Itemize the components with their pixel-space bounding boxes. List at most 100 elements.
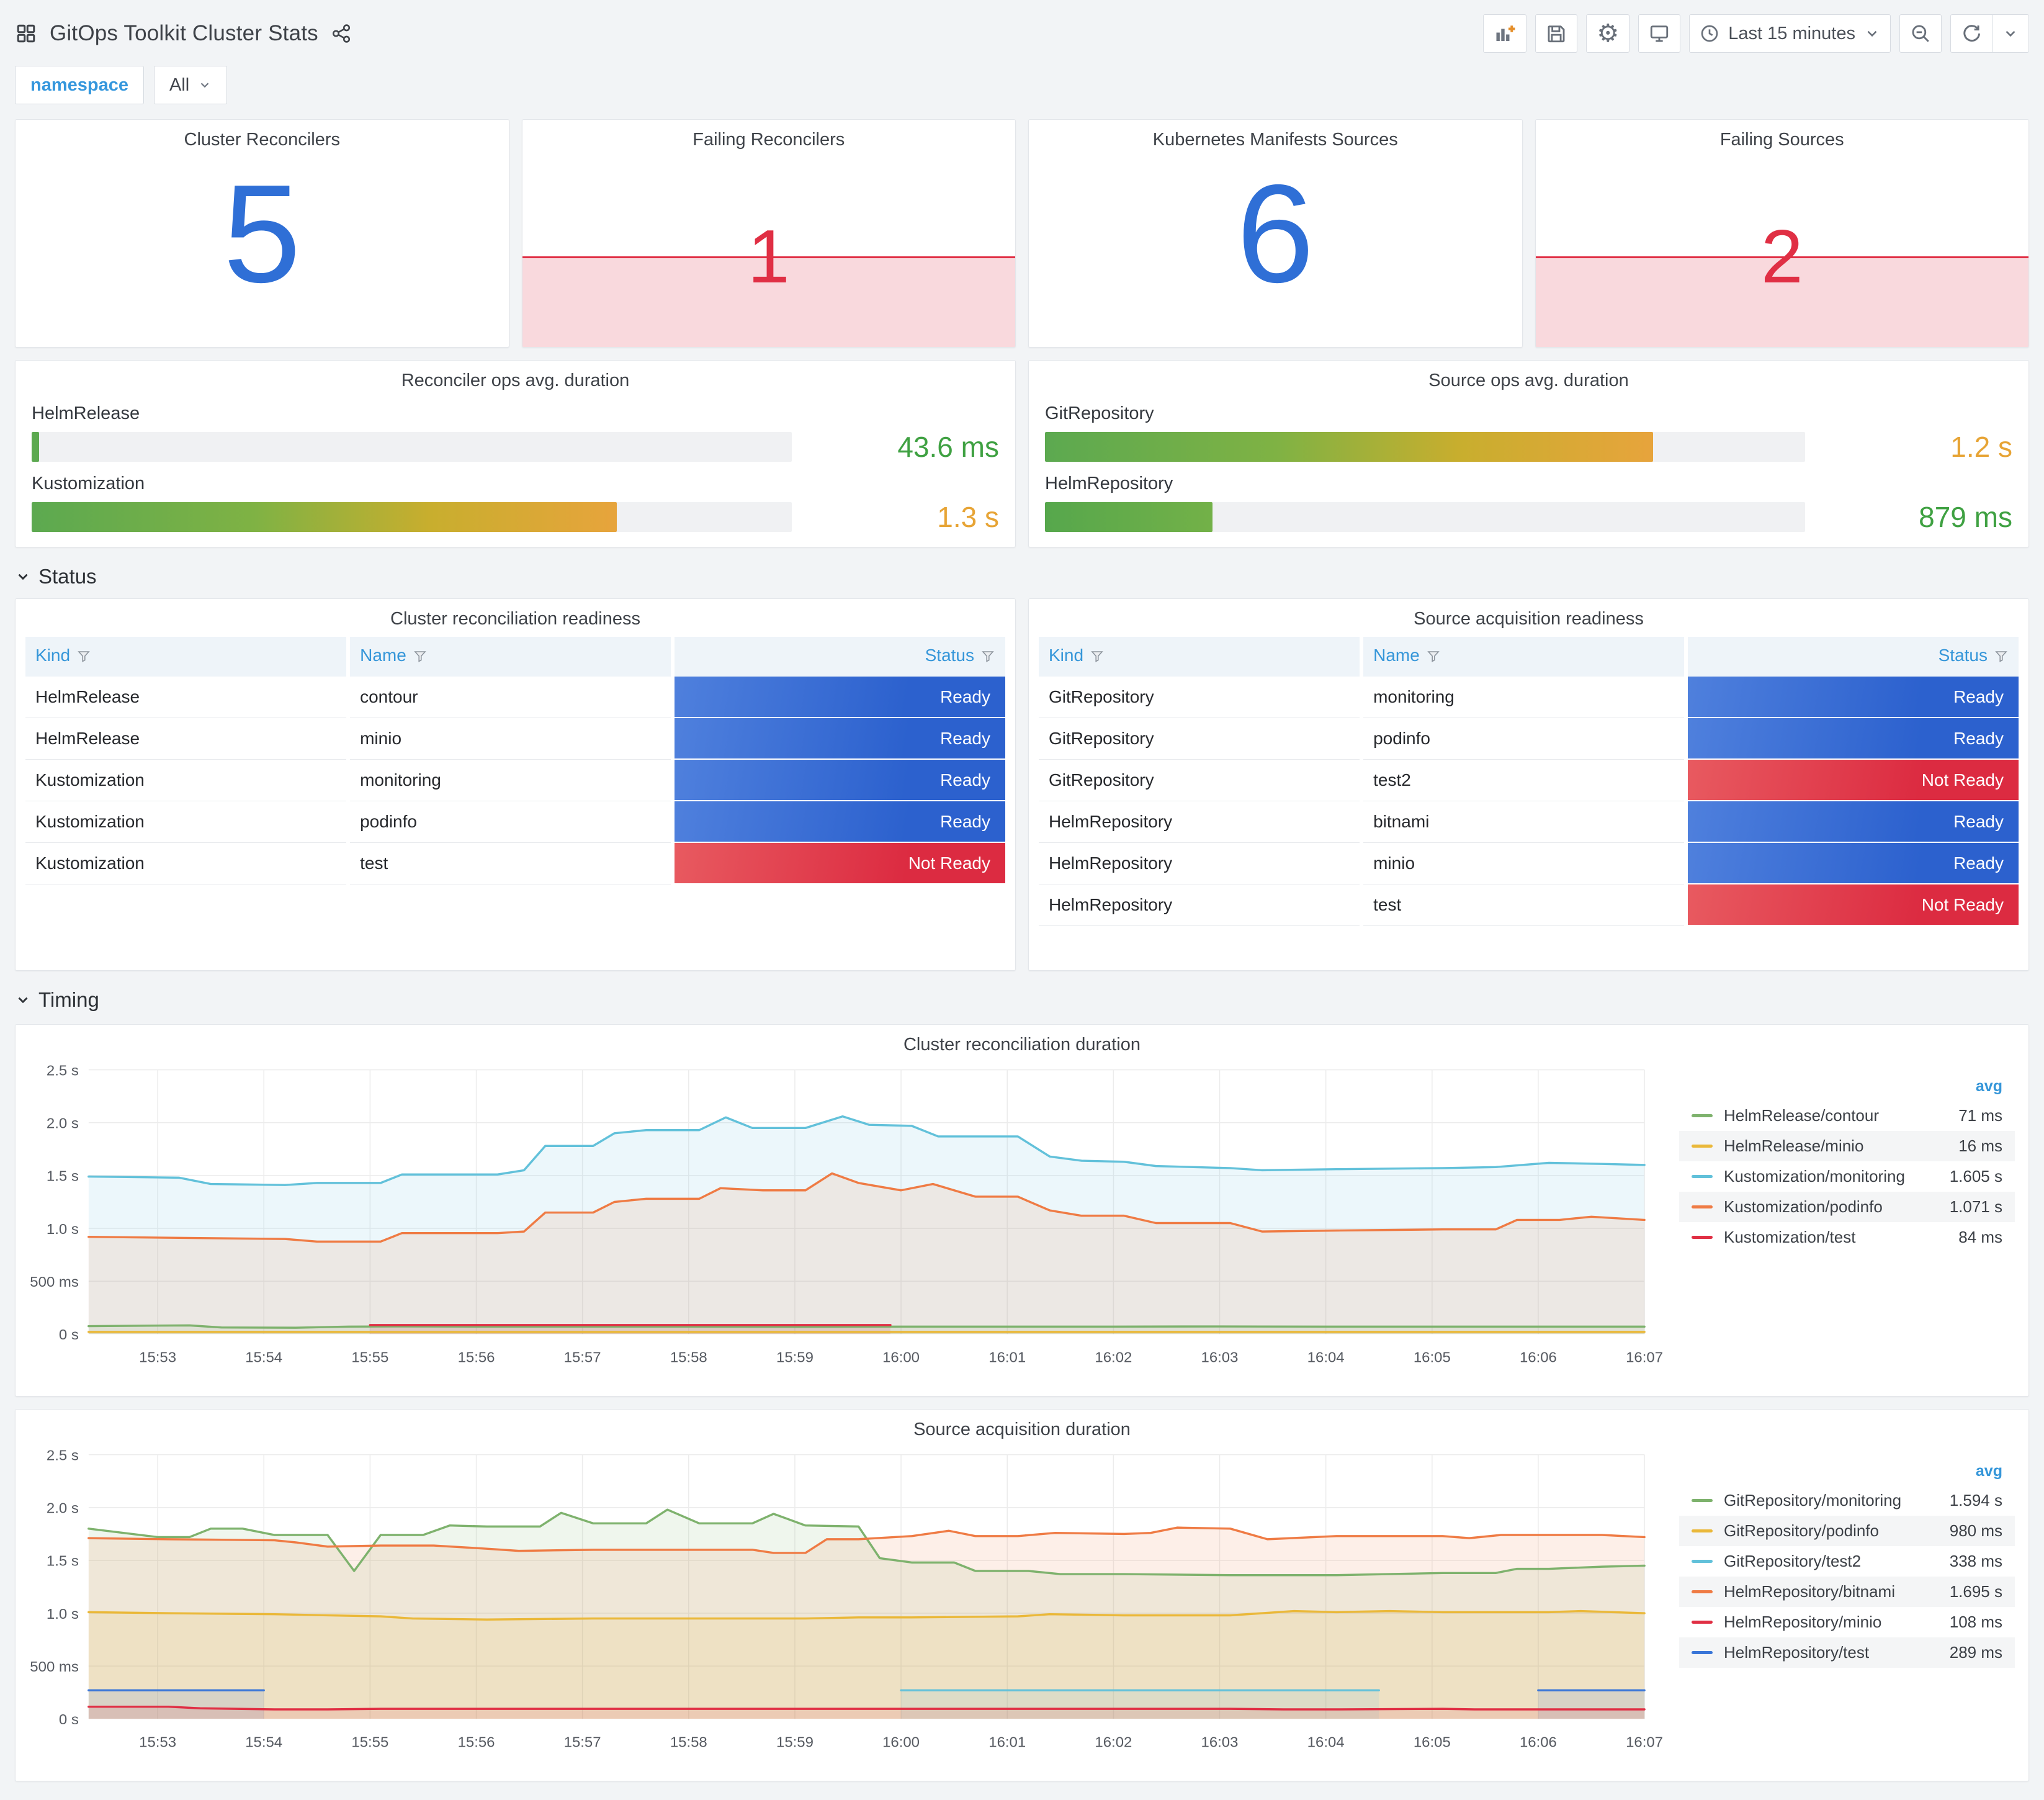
kind-cell: HelmRelease bbox=[25, 677, 347, 718]
column-header-name[interactable]: Name bbox=[1363, 637, 1685, 677]
column-header-kind[interactable]: Kind bbox=[1039, 637, 1360, 677]
section-row-status[interactable]: Status bbox=[15, 565, 2029, 588]
svg-text:16:02: 16:02 bbox=[1095, 1735, 1132, 1751]
legend-series[interactable]: HelmRelease/minio 16 ms bbox=[1679, 1131, 2015, 1161]
column-header-status[interactable]: Status bbox=[1688, 637, 2019, 677]
series-color-swatch bbox=[1692, 1205, 1713, 1208]
timeseries-plot[interactable]: 15:53 15:54 15:55 15:56 15:57 15:58 15:59 16:00… bbox=[27, 1444, 1674, 1760]
svg-text:16:02: 16:02 bbox=[1095, 1350, 1132, 1366]
panel-title: Cluster reconciliation duration bbox=[903, 1035, 1141, 1055]
dashboard-toolbar: ⚙ Last 15 minutes bbox=[1483, 14, 2029, 53]
table-panel-cluster-readiness: Cluster reconciliation readiness Kind Na… bbox=[15, 598, 1016, 971]
submenu-variables: namespace All bbox=[15, 66, 2029, 104]
legend-series[interactable]: Kustomization/podinfo 1.071 s bbox=[1679, 1192, 2015, 1222]
variable-value-dropdown[interactable]: All bbox=[154, 66, 228, 104]
chart-legend: avg GitRepository/monitoring 1.594 s GitRep… bbox=[1679, 1444, 2017, 1668]
svg-text:15:54: 15:54 bbox=[245, 1735, 282, 1751]
table-panel-source-readiness: Source acquisition readiness Kind Name S… bbox=[1028, 598, 2029, 971]
stat-panel-cluster-reconcilers: Cluster Reconcilers 5 bbox=[15, 119, 509, 348]
legend-avg-header[interactable]: avg bbox=[1679, 1075, 2015, 1100]
dashboard-grid-icon[interactable] bbox=[15, 22, 37, 45]
refresh-icon bbox=[1961, 23, 1982, 44]
column-header-kind[interactable]: Kind bbox=[25, 637, 347, 677]
refresh-interval-dropdown[interactable] bbox=[1992, 14, 2029, 53]
series-avg-value: 1.695 s bbox=[1949, 1582, 2002, 1601]
series-name: GitRepository/test2 bbox=[1724, 1552, 1862, 1570]
table-row: Kustomization test Not Ready bbox=[25, 843, 1005, 884]
gauge-label: Kustomization bbox=[32, 474, 145, 493]
share-icon[interactable] bbox=[331, 23, 352, 44]
gauge-fill bbox=[32, 432, 40, 462]
filter-icon[interactable] bbox=[980, 648, 995, 667]
name-cell: monitoring bbox=[1363, 677, 1685, 718]
dashboard-settings-button[interactable]: ⚙ bbox=[1586, 14, 1630, 53]
svg-text:16:06: 16:06 bbox=[1520, 1350, 1557, 1366]
legend-series[interactable]: GitRepository/podinfo 980 ms bbox=[1679, 1516, 2015, 1546]
monitor-icon bbox=[1649, 23, 1670, 44]
series-color-swatch bbox=[1692, 1529, 1713, 1532]
svg-text:15:54: 15:54 bbox=[245, 1350, 282, 1366]
legend-series[interactable]: GitRepository/test2 338 ms bbox=[1679, 1546, 2015, 1577]
variable-value: All bbox=[169, 74, 190, 95]
series-color-swatch bbox=[1692, 1651, 1713, 1654]
filter-icon[interactable] bbox=[1994, 648, 2009, 667]
status-badge: Not Ready bbox=[675, 843, 1005, 883]
svg-text:15:56: 15:56 bbox=[458, 1735, 495, 1751]
legend-series[interactable]: HelmRepository/minio 108 ms bbox=[1679, 1607, 2015, 1637]
legend-series[interactable]: Kustomization/monitoring 1.605 s bbox=[1679, 1161, 2015, 1192]
svg-text:1.0 s: 1.0 s bbox=[47, 1222, 79, 1238]
filter-icon[interactable] bbox=[1426, 648, 1441, 667]
refresh-button-group bbox=[1950, 14, 2029, 53]
legend-series[interactable]: Kustomization/test 84 ms bbox=[1679, 1222, 2015, 1253]
series-name: HelmRepository/test bbox=[1724, 1643, 1870, 1662]
legend-series[interactable]: HelmRepository/bitnami 1.695 s bbox=[1679, 1577, 2015, 1607]
kind-cell: GitRepository bbox=[1039, 718, 1360, 760]
status-badge: Ready bbox=[675, 718, 1005, 758]
svg-text:1.5 s: 1.5 s bbox=[47, 1169, 79, 1185]
legend-avg-header[interactable]: avg bbox=[1679, 1460, 2015, 1485]
svg-text:16:01: 16:01 bbox=[988, 1735, 1026, 1751]
filter-icon[interactable] bbox=[413, 648, 428, 667]
table-row: Kustomization podinfo Ready bbox=[25, 801, 1005, 843]
series-avg-value: 289 ms bbox=[1949, 1643, 2002, 1662]
kind-cell: HelmRepository bbox=[1039, 884, 1360, 926]
legend-series[interactable]: GitRepository/monitoring 1.594 s bbox=[1679, 1485, 2015, 1516]
gauge-track bbox=[32, 502, 792, 532]
kind-cell: Kustomization bbox=[25, 843, 347, 884]
chart-panel-cluster-reconciliation-duration: Cluster reconciliation duration 15:53 15:… bbox=[15, 1024, 2029, 1397]
kind-cell: HelmRepository bbox=[1039, 843, 1360, 884]
stat-panel-manifests-sources: Kubernetes Manifests Sources 6 bbox=[1028, 119, 1523, 348]
table-row: HelmRepository minio Ready bbox=[1039, 843, 2019, 884]
add-panel-button[interactable] bbox=[1483, 14, 1527, 53]
column-header-status[interactable]: Status bbox=[675, 637, 1005, 677]
gauge-value: 1.3 s bbox=[937, 501, 999, 533]
column-header-name[interactable]: Name bbox=[350, 637, 671, 677]
name-cell: test2 bbox=[1363, 760, 1685, 801]
table-row: HelmRelease contour Ready bbox=[25, 677, 1005, 718]
name-cell: monitoring bbox=[350, 760, 671, 801]
svg-text:15:58: 15:58 bbox=[670, 1350, 707, 1366]
refresh-button[interactable] bbox=[1950, 14, 1992, 53]
filter-icon[interactable] bbox=[1090, 648, 1105, 667]
section-row-timing[interactable]: Timing bbox=[15, 988, 2029, 1012]
time-range-picker[interactable]: Last 15 minutes bbox=[1689, 14, 1891, 53]
gauge-track bbox=[32, 432, 792, 462]
series-avg-value: 71 ms bbox=[1958, 1106, 2002, 1125]
zoom-out-time-button[interactable] bbox=[1899, 14, 1942, 53]
gauge-row: GitRepository 1.2 s bbox=[1045, 403, 2012, 464]
cycle-view-mode-button[interactable] bbox=[1638, 14, 1681, 53]
series-color-swatch bbox=[1692, 1114, 1713, 1117]
svg-text:15:53: 15:53 bbox=[139, 1735, 176, 1751]
filter-icon[interactable] bbox=[76, 648, 91, 667]
svg-text:15:55: 15:55 bbox=[351, 1735, 388, 1751]
timeseries-plot[interactable]: 15:53 15:54 15:55 15:56 15:57 15:58 15:59 16:00… bbox=[27, 1059, 1674, 1375]
kind-cell: GitRepository bbox=[1039, 760, 1360, 801]
legend-series[interactable]: HelmRepository/test 289 ms bbox=[1679, 1637, 2015, 1668]
svg-text:2.5 s: 2.5 s bbox=[47, 1448, 79, 1464]
save-dashboard-button[interactable] bbox=[1535, 14, 1578, 53]
gauge-track bbox=[1045, 502, 1805, 532]
time-range-label: Last 15 minutes bbox=[1728, 23, 1855, 43]
svg-text:15:53: 15:53 bbox=[139, 1350, 176, 1366]
gauge-panel-reconciler-ops: Reconciler ops avg. duration HelmRelease… bbox=[15, 360, 1016, 547]
legend-series[interactable]: HelmRelease/contour 71 ms bbox=[1679, 1100, 2015, 1131]
